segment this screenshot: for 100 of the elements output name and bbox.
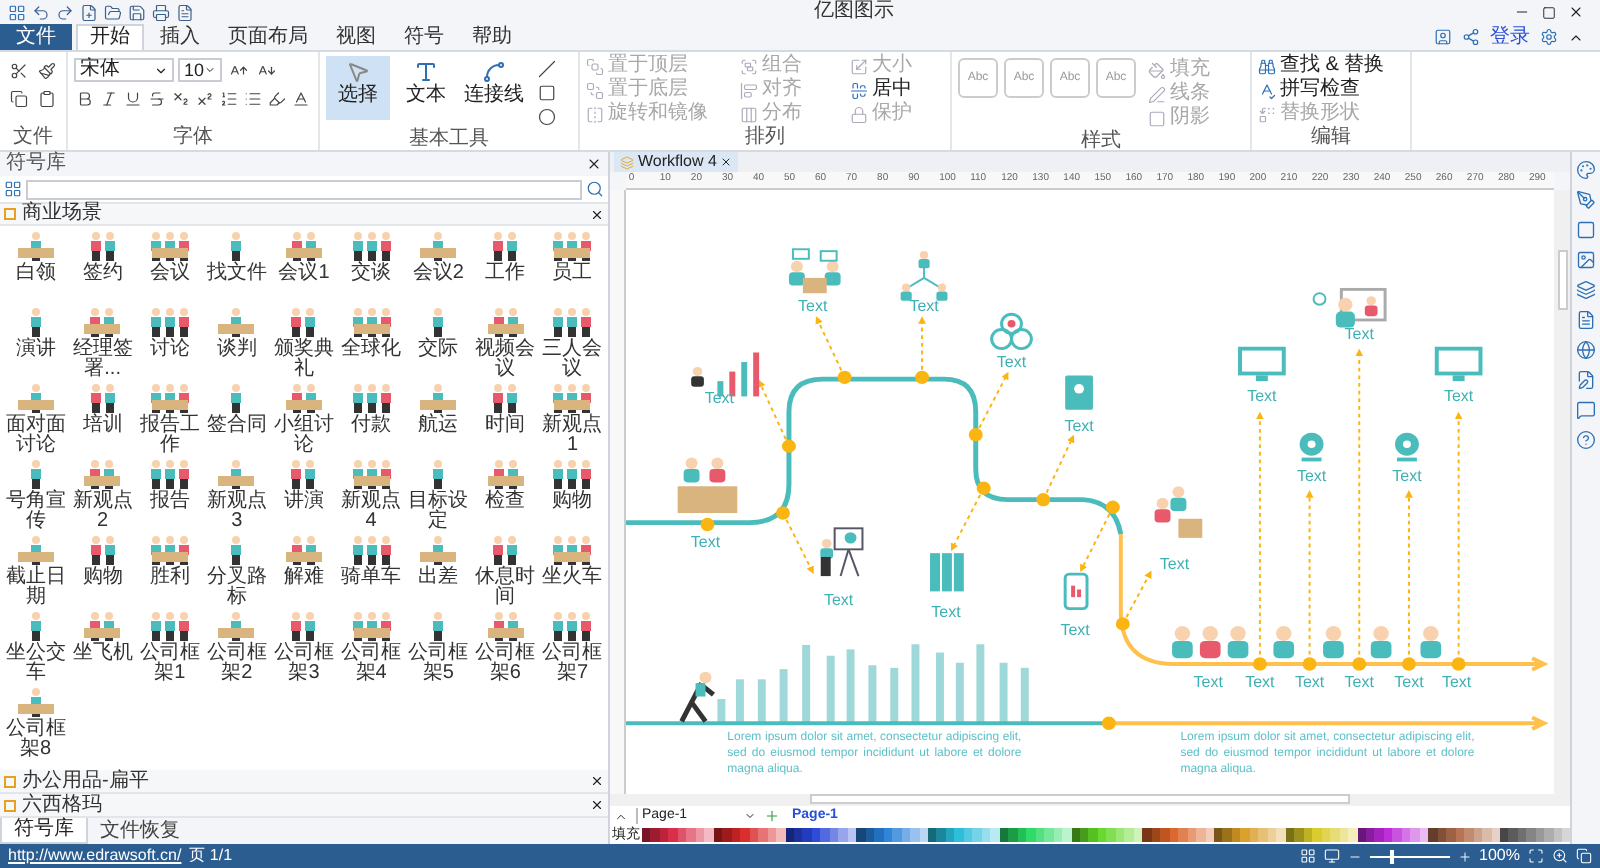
- node-label: Text: [1296, 467, 1327, 486]
- library-item[interactable]: 号角宣传: [2, 458, 70, 534]
- library-item[interactable]: 三人会议: [538, 306, 606, 382]
- library-item[interactable]: 签合同: [203, 382, 271, 458]
- library-item[interactable]: 报告: [136, 458, 204, 534]
- library-item[interactable]: 会议1: [270, 230, 338, 306]
- ribbon-group-label: 字体: [173, 126, 213, 150]
- node-label: Text: [1441, 672, 1472, 691]
- library-item[interactable]: 付款: [337, 382, 405, 458]
- library-item[interactable]: 公司框架4: [337, 610, 405, 686]
- library-item[interactable]: 签约: [69, 230, 137, 306]
- panel-tab[interactable]: 符号库: [0, 818, 88, 844]
- zoom-level: 100%: [1479, 846, 1520, 866]
- library-item[interactable]: 分叉路标: [203, 534, 271, 610]
- node-label: Text: [798, 297, 828, 316]
- library-item[interactable]: 检查: [471, 458, 539, 534]
- node-label: Text: [1294, 672, 1325, 691]
- page-count: 页 1/1: [189, 846, 233, 866]
- menu-tab[interactable]: 文件: [0, 24, 72, 50]
- library-item[interactable]: 坐火车: [538, 534, 606, 610]
- window-title: 亿图图示: [814, 0, 894, 24]
- panel-tab[interactable]: 文件恢复: [88, 818, 192, 844]
- library-item[interactable]: 新观点2: [69, 458, 137, 534]
- library-item[interactable]: 颁奖典礼: [270, 306, 338, 382]
- library-item[interactable]: 演讲: [2, 306, 70, 382]
- library-item[interactable]: 新观点3: [203, 458, 271, 534]
- library-item[interactable]: 公司框架6: [471, 610, 539, 686]
- node-label: Text: [1064, 416, 1094, 435]
- font-name-field[interactable]: 宋体: [74, 58, 174, 82]
- category-header[interactable]: 办公用品-扁平: [0, 770, 608, 794]
- menu-tab[interactable]: 帮助: [460, 24, 524, 50]
- library-item[interactable]: 工作: [471, 230, 539, 306]
- ribbon-button[interactable]: 拼写检查: [1258, 78, 1404, 102]
- node-label: Text: [909, 297, 939, 316]
- library-item[interactable]: 骑单车: [337, 534, 405, 610]
- node-label: Text: [1060, 620, 1090, 639]
- menu-tab[interactable]: 符号: [392, 24, 456, 50]
- node-label: Text: [1193, 672, 1223, 691]
- document-tab[interactable]: Workflow 4: [614, 152, 739, 172]
- library-item[interactable]: 坐公交车: [2, 610, 70, 686]
- menu-tab[interactable]: 视图: [324, 24, 388, 50]
- library-item[interactable]: 公司框架7: [538, 610, 606, 686]
- library-item[interactable]: 解难: [270, 534, 338, 610]
- library-item[interactable]: 休息时间: [471, 534, 539, 610]
- menu-tab[interactable]: 插入: [148, 24, 212, 50]
- library-item[interactable]: 会议: [136, 230, 204, 306]
- library-item[interactable]: 公司框架8: [2, 686, 70, 762]
- library-item[interactable]: 购物: [538, 458, 606, 534]
- library-item[interactable]: 公司框架2: [203, 610, 271, 686]
- library-item[interactable]: 公司框架3: [270, 610, 338, 686]
- library-item[interactable]: 新观点4: [337, 458, 405, 534]
- ribbon-group-label: 基本工具: [409, 128, 489, 152]
- library-item[interactable]: 会议2: [404, 230, 472, 306]
- library-item[interactable]: 讲演: [270, 458, 338, 534]
- library-item[interactable]: 交谈: [337, 230, 405, 306]
- library-item[interactable]: 培训: [69, 382, 137, 458]
- library-item[interactable]: 航运: [404, 382, 472, 458]
- library-item[interactable]: 全球化: [337, 306, 405, 382]
- ribbon-button[interactable]: 居中: [850, 78, 954, 102]
- ribbon-button[interactable]: 查找 & 替换: [1258, 54, 1404, 78]
- library-item[interactable]: 谈判: [203, 306, 271, 382]
- library-item[interactable]: 交际: [404, 306, 472, 382]
- library-item[interactable]: 小组讨论: [270, 382, 338, 458]
- tool-button[interactable]: 文本: [394, 56, 458, 120]
- library-item[interactable]: 截止日期: [2, 534, 70, 610]
- website-link[interactable]: http://www.edrawsoft.cn/: [8, 846, 182, 866]
- tool-button[interactable]: 连接线: [462, 56, 526, 120]
- category-header[interactable]: 六西格玛: [0, 794, 608, 818]
- library-item[interactable]: 找文件: [203, 230, 271, 306]
- library-item[interactable]: 时间: [471, 382, 539, 458]
- menu-tab[interactable]: 页面布局: [216, 24, 320, 50]
- ribbon-group-label: 编辑: [1311, 126, 1351, 150]
- category-header[interactable]: 商业场景: [0, 202, 608, 226]
- library-item[interactable]: 公司框架5: [404, 610, 472, 686]
- library-item[interactable]: 出差: [404, 534, 472, 610]
- library-item[interactable]: 公司框架1: [136, 610, 204, 686]
- panel-title: 符号库: [6, 152, 68, 176]
- library-item[interactable]: 坐飞机: [69, 610, 137, 686]
- library-item[interactable]: 经理签署...: [69, 306, 137, 382]
- node-label: Text: [1247, 387, 1277, 406]
- library-item[interactable]: 购物: [69, 534, 137, 610]
- login-link[interactable]: 登录: [1490, 25, 1530, 49]
- node-label: Text: [996, 353, 1027, 371]
- library-item[interactable]: 胜利: [136, 534, 204, 610]
- tool-button[interactable]: 选择: [326, 56, 390, 120]
- library-item[interactable]: 目标设定: [404, 458, 472, 534]
- ribbon-group-label: 样式: [1081, 130, 1121, 154]
- menu-tab[interactable]: 开始: [76, 24, 144, 50]
- library-item[interactable]: 新观点1: [538, 382, 606, 458]
- node-label: Text: [1392, 467, 1422, 486]
- library-item[interactable]: 员工: [538, 230, 606, 306]
- library-item[interactable]: 视频会议: [471, 306, 539, 382]
- node-label: Text: [931, 603, 961, 622]
- font-size-field[interactable]: 10: [178, 58, 222, 82]
- library-item[interactable]: 讨论: [136, 306, 204, 382]
- library-item[interactable]: 白领: [2, 230, 70, 306]
- node-label: Text: [1443, 387, 1474, 406]
- node-label: Text: [1394, 672, 1424, 691]
- library-item[interactable]: 报告工作: [136, 382, 204, 458]
- library-item[interactable]: 面对面讨论: [2, 382, 70, 458]
